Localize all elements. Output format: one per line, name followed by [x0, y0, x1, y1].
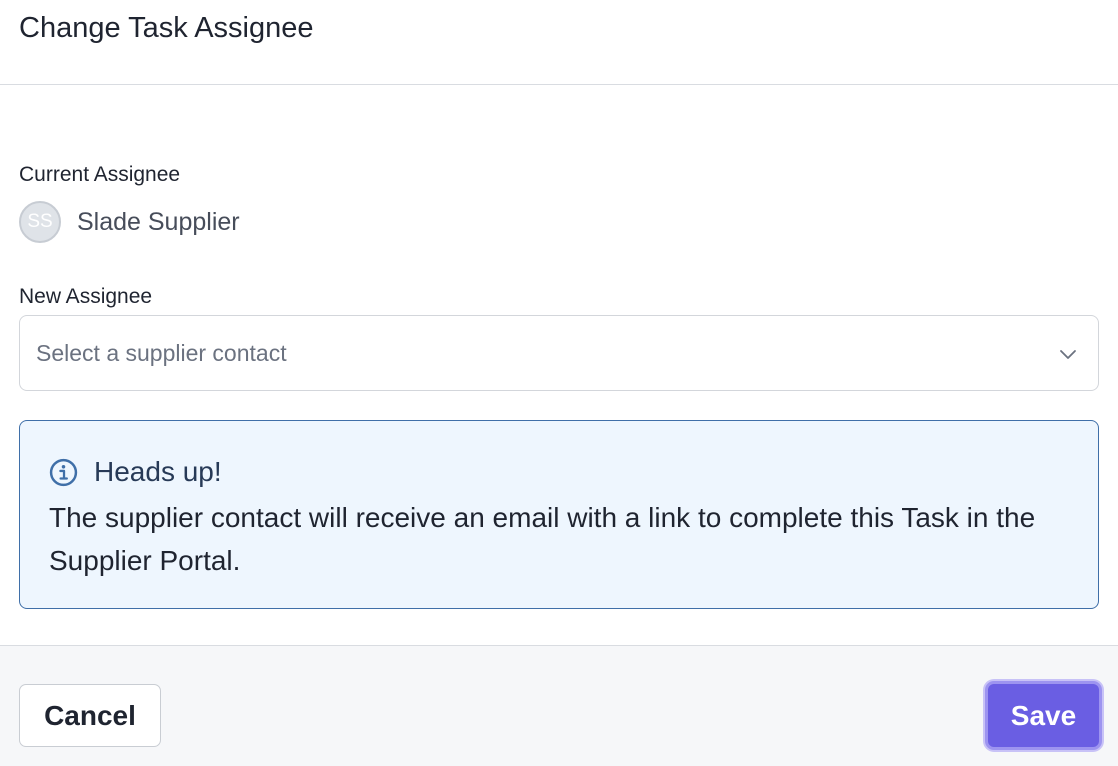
dialog-header: Change Task Assignee	[0, 0, 1118, 85]
avatar: SS	[19, 201, 61, 243]
current-assignee-label: Current Assignee	[19, 163, 181, 186]
select-placeholder: Select a supplier contact	[36, 340, 287, 366]
alert-message: The supplier contact will receive an ema…	[49, 502, 1036, 576]
dialog-footer: Cancel Save	[0, 645, 1118, 766]
new-assignee-label: New Assignee	[19, 285, 153, 308]
new-assignee-select[interactable]: Select a supplier contact	[19, 315, 1099, 391]
heads-up-alert: Heads up! The supplier contact will rece…	[19, 420, 1099, 609]
chevron-down-icon	[1060, 350, 1076, 359]
current-assignee-name: Slade Supplier	[77, 208, 240, 236]
save-button[interactable]: Save	[985, 681, 1102, 750]
alert-title: Heads up!	[94, 456, 222, 487]
cancel-button[interactable]: Cancel	[19, 684, 161, 747]
dialog-title: Change Task Assignee	[19, 12, 314, 44]
info-icon	[49, 458, 78, 487]
